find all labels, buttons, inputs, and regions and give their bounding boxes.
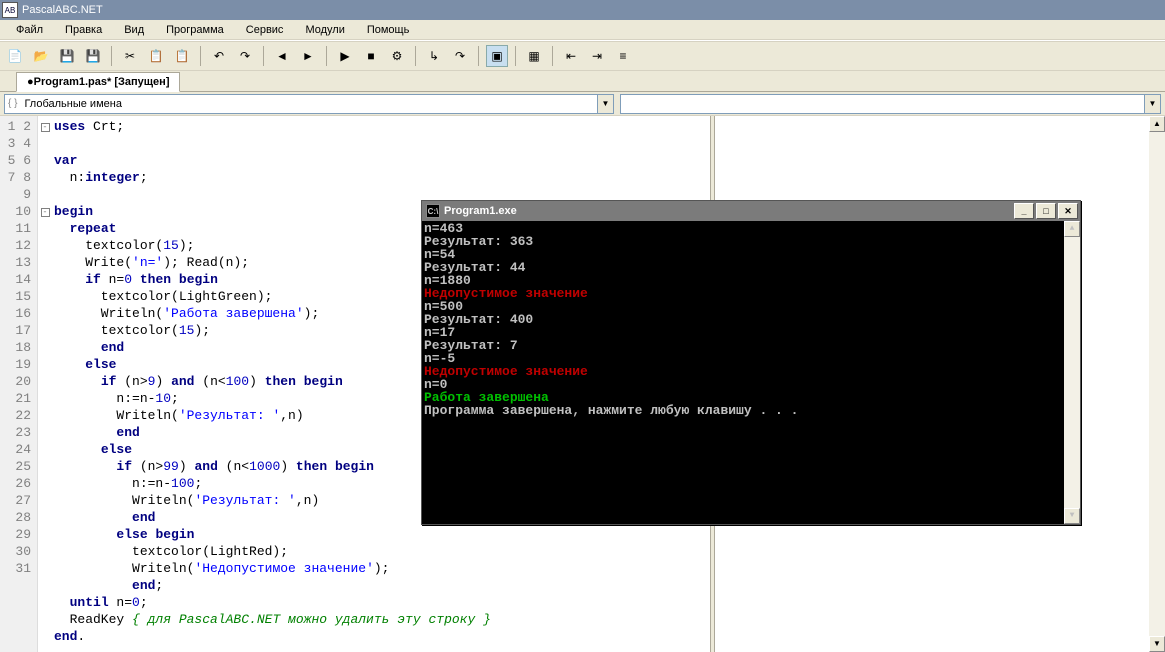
form-view-icon[interactable]: ▦ — [523, 45, 545, 67]
toolbar-separator — [552, 46, 553, 66]
step-over-icon[interactable]: ↷ — [449, 45, 471, 67]
toolbar-separator — [478, 46, 479, 66]
nav-back-icon[interactable]: ◄ — [271, 45, 293, 67]
redo-icon[interactable]: ↷ — [234, 45, 256, 67]
menu-файл[interactable]: Файл — [8, 22, 51, 38]
menu-модули[interactable]: Модули — [297, 22, 352, 38]
cut-icon[interactable]: ✂ — [119, 45, 141, 67]
titlebar: AB PascalABC.NET — [0, 0, 1165, 20]
nav-fwd-icon[interactable]: ► — [297, 45, 319, 67]
maximize-button[interactable]: □ — [1036, 203, 1056, 219]
scroll-up-icon[interactable]: ▲ — [1064, 221, 1080, 237]
toolbar-separator — [200, 46, 201, 66]
console-output: n=463Результат: 363n=54Результат: 44n=18… — [422, 221, 1064, 524]
indent-right-icon[interactable]: ⇥ — [586, 45, 608, 67]
compile-icon[interactable]: ⚙ — [386, 45, 408, 67]
app-icon: AB — [2, 2, 18, 18]
save-icon[interactable]: 💾 — [56, 45, 78, 67]
dropdown-icon[interactable]: ▼ — [597, 95, 613, 113]
toolbar: 📄📂💾💾✂📋📋↶↷◄►▶■⚙↳↷▣▦⇤⇥≡ — [0, 42, 1165, 70]
menu-сервис[interactable]: Сервис — [238, 22, 292, 38]
scroll-down-icon[interactable]: ▼ — [1064, 508, 1080, 524]
member-combo[interactable]: ▼ — [620, 94, 1161, 114]
fold-toggle-icon[interactable]: - — [41, 123, 50, 132]
format-icon[interactable]: ≡ — [612, 45, 634, 67]
menubar: Файл Правка Вид Программа Сервис Модули Помощь — [0, 20, 1165, 40]
vertical-scrollbar[interactable]: ▲ ▼ — [1149, 116, 1165, 652]
app-title: PascalABC.NET — [22, 4, 103, 16]
scroll-track[interactable] — [1149, 132, 1165, 636]
console-titlebar[interactable]: C:\ Program1.exe _ □ ✕ — [422, 201, 1080, 221]
step-into-icon[interactable]: ↳ — [423, 45, 445, 67]
stop-icon[interactable]: ■ — [360, 45, 382, 67]
console-scrollbar[interactable]: ▲ ▼ — [1064, 221, 1080, 524]
fold-gutter: -- — [38, 116, 52, 652]
toolbar-separator — [515, 46, 516, 66]
navigation-bar: { } ▼ ▼ — [0, 92, 1165, 116]
paste-icon[interactable]: 📋 — [171, 45, 193, 67]
member-input[interactable] — [621, 95, 1144, 113]
console-run-icon[interactable]: ▣ — [486, 45, 508, 67]
fold-toggle-icon[interactable]: - — [41, 208, 50, 217]
dropdown-icon[interactable]: ▼ — [1144, 95, 1160, 113]
console-title: Program1.exe — [444, 205, 517, 217]
menu-правка[interactable]: Правка — [57, 22, 110, 38]
namespace-combo[interactable]: { } ▼ — [4, 94, 614, 114]
save-all-icon[interactable]: 💾 — [82, 45, 104, 67]
namespace-input[interactable] — [20, 95, 597, 113]
scroll-track[interactable] — [1064, 237, 1080, 508]
toolbar-separator — [111, 46, 112, 66]
console-window[interactable]: C:\ Program1.exe _ □ ✕ n=463Результат: 3… — [421, 200, 1081, 525]
console-app-icon: C:\ — [426, 204, 440, 218]
line-gutter: 1 2 3 4 5 6 7 8 9 10 11 12 13 14 15 16 1… — [0, 116, 38, 652]
indent-left-icon[interactable]: ⇤ — [560, 45, 582, 67]
open-file-icon[interactable]: 📂 — [30, 45, 52, 67]
menu-программа[interactable]: Программа — [158, 22, 232, 38]
undo-icon[interactable]: ↶ — [208, 45, 230, 67]
toolbar-separator — [326, 46, 327, 66]
braces-icon: { } — [5, 98, 20, 109]
minimize-button[interactable]: _ — [1014, 203, 1034, 219]
close-button[interactable]: ✕ — [1058, 203, 1078, 219]
run-icon[interactable]: ▶ — [334, 45, 356, 67]
tabbar: ●Program1.pas* [Запущен] — [0, 70, 1165, 92]
new-file-icon[interactable]: 📄 — [4, 45, 26, 67]
menu-помощь[interactable]: Помощь — [359, 22, 418, 38]
scroll-up-icon[interactable]: ▲ — [1149, 116, 1165, 132]
toolbar-separator — [415, 46, 416, 66]
copy-icon[interactable]: 📋 — [145, 45, 167, 67]
tab-program1[interactable]: ●Program1.pas* [Запущен] — [16, 72, 180, 92]
menu-вид[interactable]: Вид — [116, 22, 152, 38]
toolbar-separator — [263, 46, 264, 66]
scroll-down-icon[interactable]: ▼ — [1149, 636, 1165, 652]
